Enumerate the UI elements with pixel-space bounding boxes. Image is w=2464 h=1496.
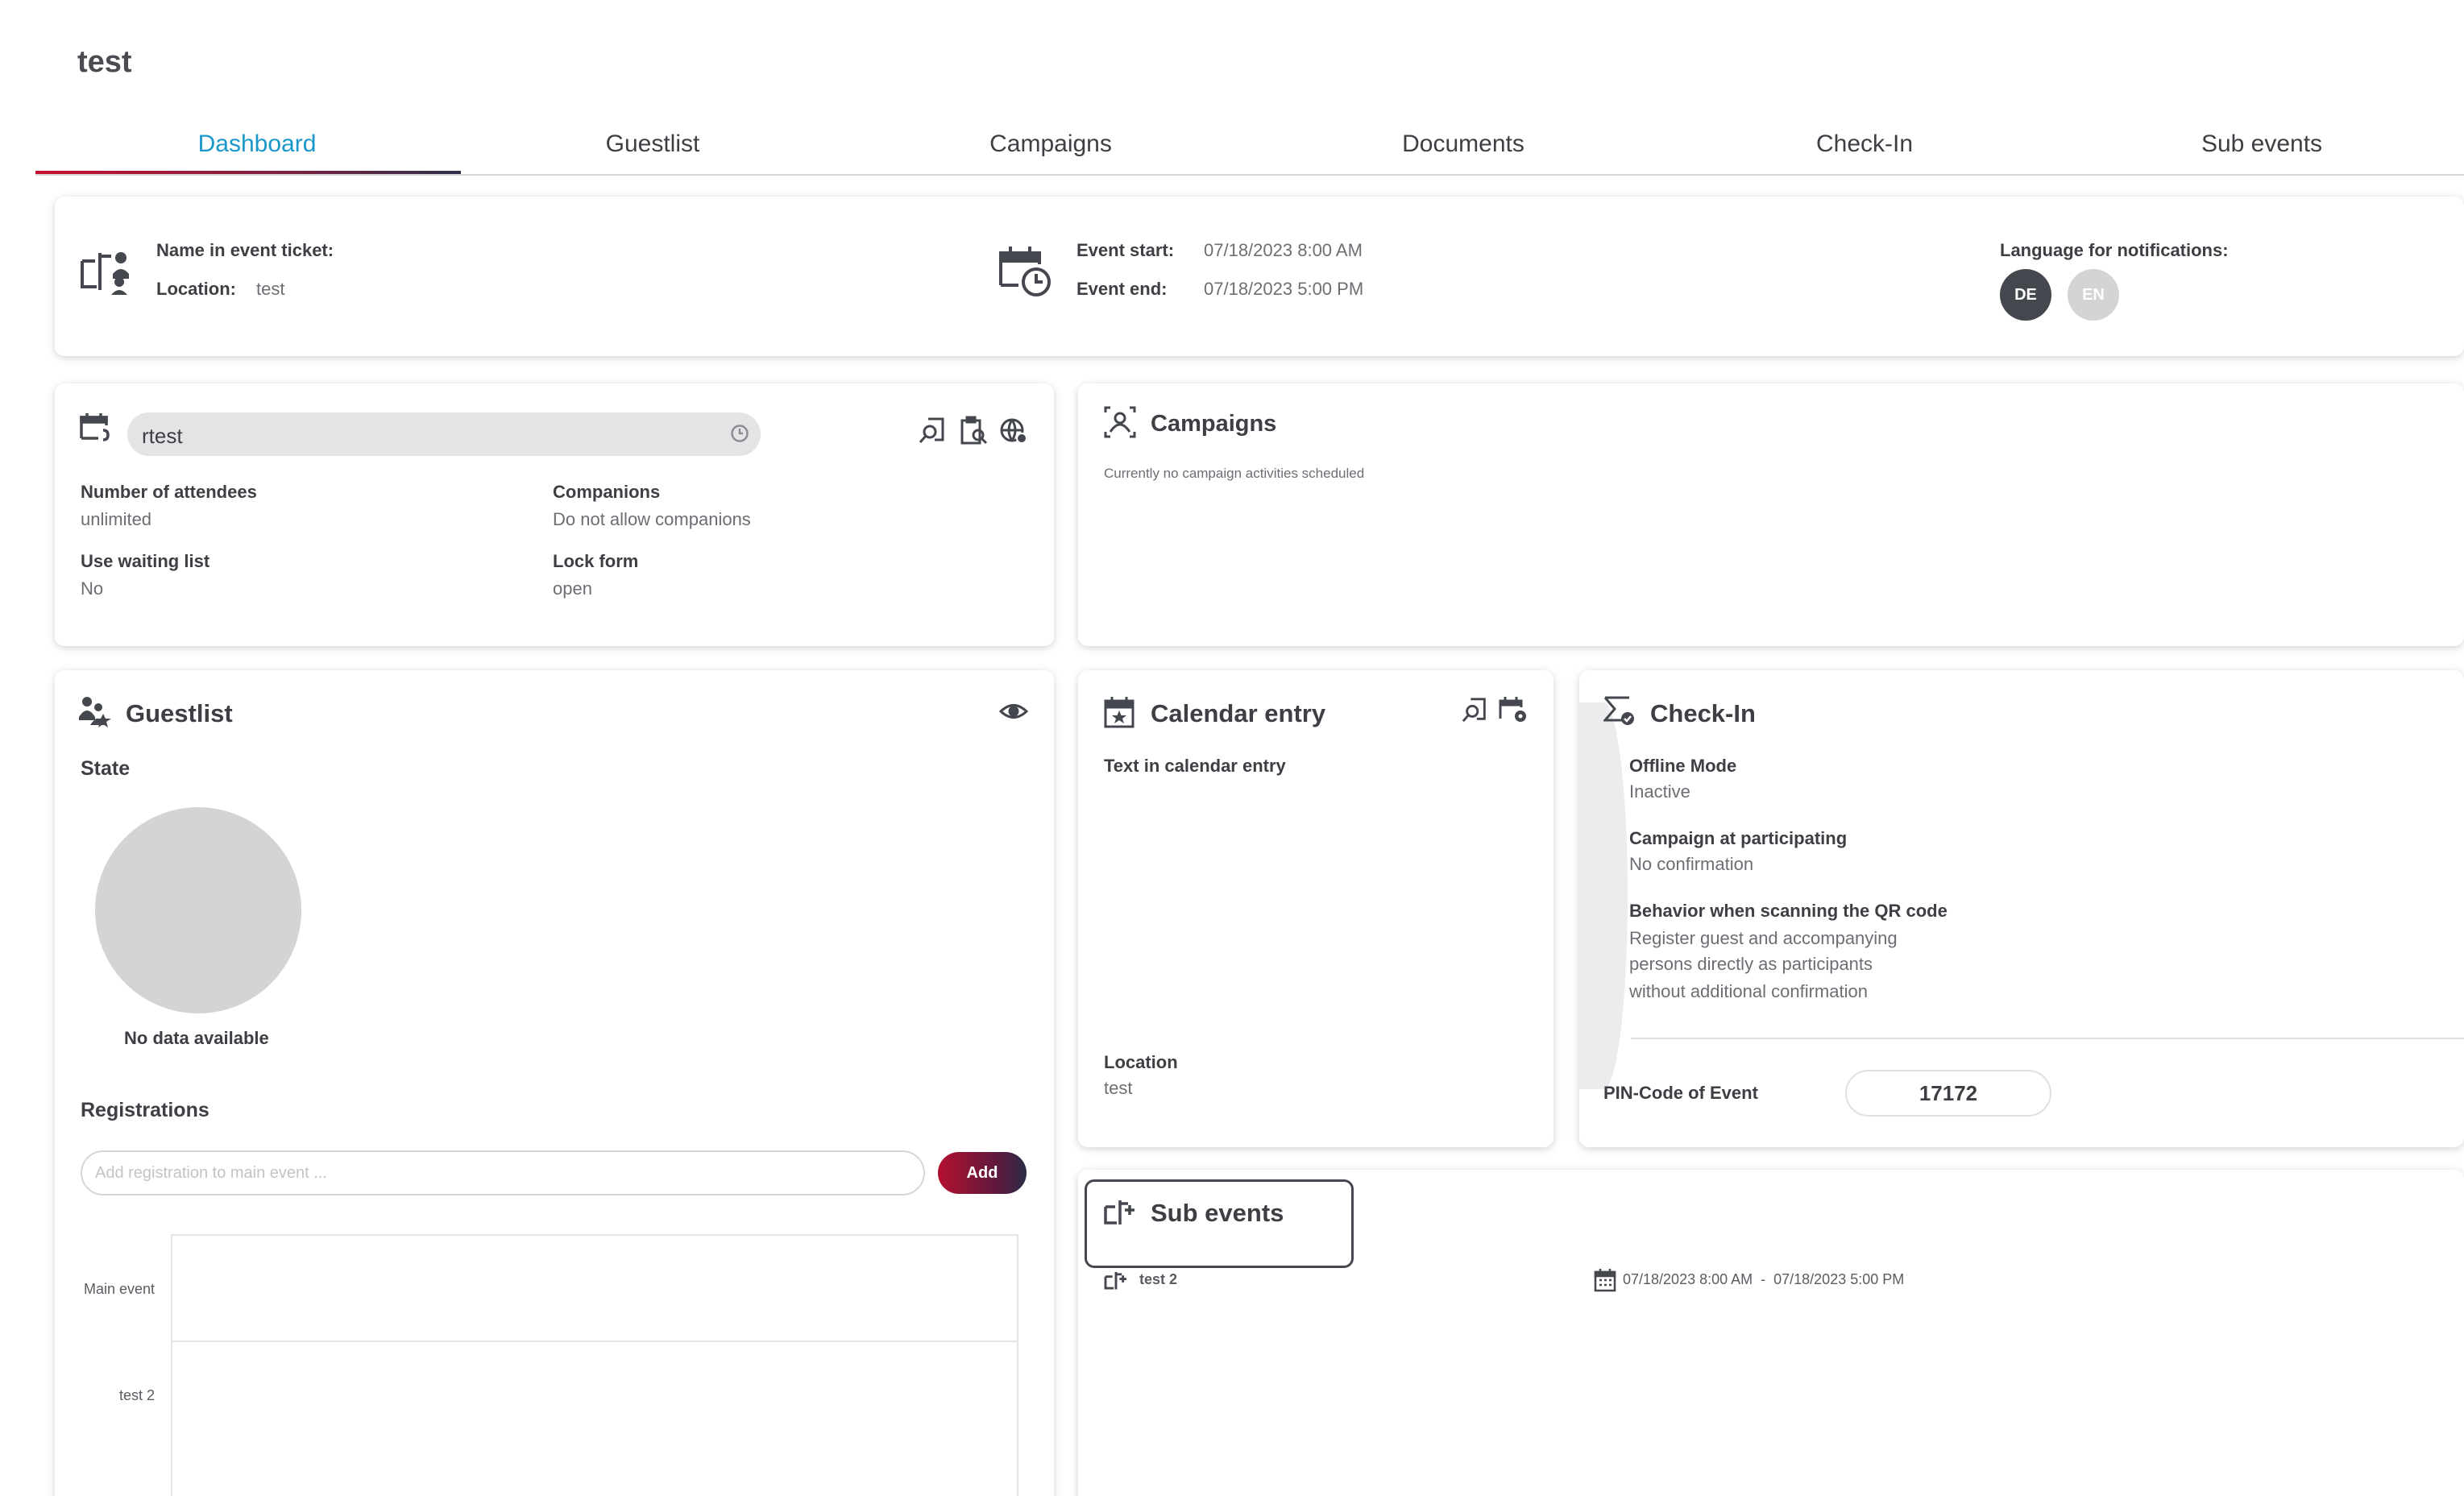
sub-event-date-range: 07/18/2023 8:00 AM - 07/18/2023 5:00 PM xyxy=(1623,1271,1905,1287)
qr-behavior-line-2: persons directly as participants xyxy=(1629,954,1873,974)
name-in-ticket-label: Name in event ticket: xyxy=(156,240,334,260)
event-start-label: Event start: xyxy=(1076,240,1175,260)
pin-code-label: PIN-Code of Event xyxy=(1603,1083,1758,1103)
qr-behavior-line-3: without additional confirmation xyxy=(1629,981,1868,1001)
calendar-entry-card: Calendar entry Text in calendar entry Lo… xyxy=(1078,670,1553,1147)
row-label-test-2: test 2 xyxy=(119,1387,156,1403)
lock-form-label: Lock form xyxy=(553,551,639,571)
sub-events-card: Sub events test 2 07/18/2023 8:00 AM - 0… xyxy=(1078,1170,2464,1496)
guestlist-people-icon xyxy=(79,696,111,728)
language-de-button[interactable]: DE xyxy=(2000,269,2051,321)
search-document-icon[interactable] xyxy=(1462,696,1489,723)
clock-icon xyxy=(730,424,749,443)
search-document-icon[interactable] xyxy=(919,416,948,445)
card-left-shadow xyxy=(1579,702,1628,1089)
sub-events-icon xyxy=(1104,1197,1136,1226)
event-settings-card: rtest Number of attendees unlimited Use xyxy=(55,383,1054,646)
language-label: Language for notifications: xyxy=(2000,240,2229,260)
check-in-title: Check-In xyxy=(1650,699,1756,727)
no-data-text: No data available xyxy=(124,1028,269,1048)
calendar-settings-icon[interactable] xyxy=(1499,696,1528,723)
lock-form-value: open xyxy=(553,578,592,599)
location-value: test xyxy=(256,279,285,299)
offline-mode-label: Offline Mode xyxy=(1629,756,1737,776)
event-end-label: Event end: xyxy=(1076,279,1168,299)
qr-behavior-label: Behavior when scanning the QR code xyxy=(1629,901,1948,921)
campaign-participating-value: No confirmation xyxy=(1629,854,1754,874)
companions-value: Do not allow companions xyxy=(553,509,751,529)
row-label-main-event: Main event xyxy=(84,1281,156,1297)
check-in-icon xyxy=(1603,694,1636,727)
sub-events-title: Sub events xyxy=(1151,1199,1284,1227)
tab-sub-events[interactable]: Sub events xyxy=(2201,131,2322,158)
campaign-icon xyxy=(1104,406,1136,438)
event-ticket-icon xyxy=(79,245,134,295)
language-en-button[interactable]: EN xyxy=(2068,269,2119,321)
event-start-value: 07/18/2023 8:00 AM xyxy=(1204,240,1363,260)
calendar-star-icon xyxy=(1104,696,1135,728)
state-label: State xyxy=(81,757,131,780)
active-tab-indicator xyxy=(35,171,461,174)
registrations-label: Registrations xyxy=(81,1099,209,1121)
campaigns-empty-text: Currently no campaign activities schedul… xyxy=(1104,466,1365,481)
companions-label: Companions xyxy=(553,482,661,502)
qr-behavior-line-1: Register guest and accompanying xyxy=(1629,928,1898,948)
campaigns-card: Campaigns Currently no campaign activiti… xyxy=(1078,383,2464,646)
row-divider xyxy=(172,1341,1017,1342)
guestlist-title: Guestlist xyxy=(126,699,233,727)
tab-dashboard[interactable]: Dashboard xyxy=(198,131,317,158)
event-overview-card: Name in event ticket: Location: test Eve… xyxy=(55,197,2464,356)
tab-campaigns[interactable]: Campaigns xyxy=(989,131,1112,158)
event-search-value: rtest xyxy=(142,424,183,448)
campaign-participating-label: Campaign at participating xyxy=(1629,828,1848,848)
add-registration-button[interactable]: Add xyxy=(938,1152,1027,1194)
event-end-value: 07/18/2023 5:00 PM xyxy=(1204,279,1364,299)
calendar-icon xyxy=(79,412,111,441)
eye-icon[interactable] xyxy=(999,699,1028,723)
guestlist-card: Guestlist State No data available Regist… xyxy=(55,670,1054,1496)
calendar-clock-icon xyxy=(998,245,1054,300)
tab-check-in[interactable]: Check-In xyxy=(1816,131,1913,158)
state-pie-placeholder xyxy=(95,807,301,1013)
clipboard-search-icon[interactable] xyxy=(959,416,988,445)
calendar-entry-title: Calendar entry xyxy=(1151,699,1326,727)
sub-event-icon xyxy=(1104,1270,1128,1291)
check-in-card: Check-In Offline Mode Inactive Campaign … xyxy=(1579,670,2464,1147)
waiting-list-value: No xyxy=(81,578,104,599)
attendees-value: unlimited xyxy=(81,509,152,529)
campaigns-title: Campaigns xyxy=(1151,411,1277,437)
registrations-chart xyxy=(171,1234,1018,1496)
tab-guestlist[interactable]: Guestlist xyxy=(606,131,700,158)
attendees-label: Number of attendees xyxy=(81,482,257,502)
registration-input[interactable]: Add registration to main event ... xyxy=(81,1150,925,1196)
location-label: Location: xyxy=(156,279,236,299)
calendar-location-value: test xyxy=(1104,1078,1133,1098)
page-title: test xyxy=(77,45,132,79)
waiting-list-label: Use waiting list xyxy=(81,551,210,571)
globe-settings-icon[interactable] xyxy=(999,416,1028,445)
calendar-icon xyxy=(1594,1268,1616,1292)
event-search-pill[interactable]: rtest xyxy=(127,412,761,456)
offline-mode-value: Inactive xyxy=(1629,781,1690,802)
divider xyxy=(1631,1038,2464,1039)
sub-event-name: test 2 xyxy=(1139,1271,1178,1287)
calendar-location-label: Location xyxy=(1104,1052,1178,1072)
tab-bar: Dashboard Guestlist Campaigns Documents … xyxy=(35,116,2464,176)
registration-input-placeholder: Add registration to main event ... xyxy=(95,1164,327,1182)
tab-documents[interactable]: Documents xyxy=(1402,131,1524,158)
calendar-text-label: Text in calendar entry xyxy=(1104,756,1286,776)
pin-code-value: 17172 xyxy=(1845,1070,2051,1117)
sub-event-row[interactable]: test 2 07/18/2023 8:00 AM - 07/18/2023 5… xyxy=(1078,1263,2464,1295)
